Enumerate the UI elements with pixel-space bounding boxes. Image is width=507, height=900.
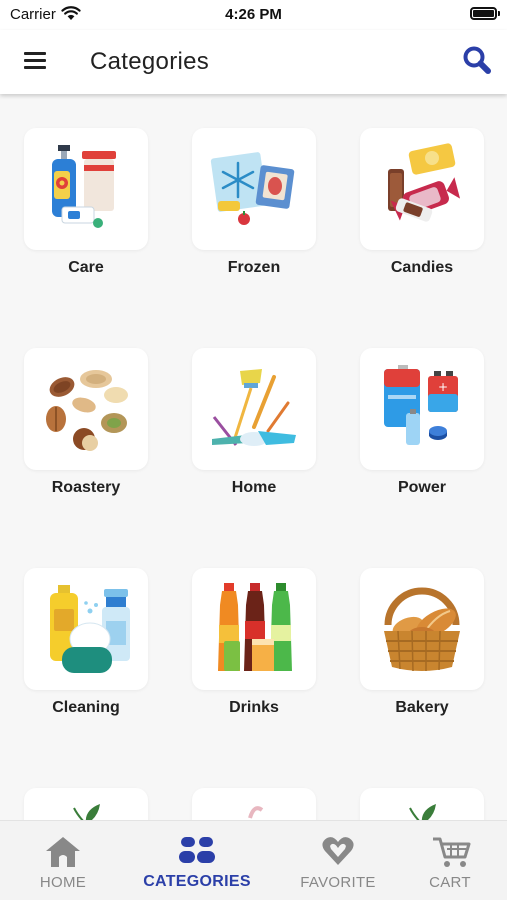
menu-button[interactable] [22,49,48,71]
category-card[interactable] [24,788,148,820]
cleaning-supplies-icon [50,585,130,673]
leaf-icon [73,804,100,820]
category-card[interactable] [192,568,316,690]
drinks-bottles-icon [218,583,292,671]
candies-icon [388,143,461,222]
category-label: Home [231,479,277,496]
tab-categories[interactable]: CATEGORIES [134,821,260,900]
category-card[interactable]: + [360,348,484,470]
svg-text:+: + [438,380,448,394]
tab-label: CART [429,874,471,891]
category-partial[interactable] [360,788,484,820]
category-label: Bakery [395,699,449,716]
frozen-food-icon [210,152,295,225]
category-cleaning[interactable]: Cleaning [24,568,148,717]
category-label: Roastery [51,479,121,496]
category-bakery[interactable]: Bakery [360,568,484,717]
category-power[interactable]: + Power [360,348,484,497]
category-candies[interactable]: Candies [360,128,484,277]
category-partial[interactable] [192,788,316,820]
home-cleaning-tools-icon [212,369,296,446]
categories-icon [179,837,215,863]
leaf-icon [409,804,436,820]
clock: 4:26 PM [225,6,282,23]
category-card[interactable] [24,128,148,250]
category-label: Frozen [227,259,281,276]
tab-cart[interactable]: CART [387,821,507,900]
category-card[interactable] [360,788,484,820]
category-card[interactable] [24,348,148,470]
category-card[interactable] [360,568,484,690]
tab-favorite[interactable]: FAVORITE [275,821,401,900]
category-card[interactable] [24,568,148,690]
category-drinks[interactable]: Drinks [192,568,316,717]
batteries-icon: + [384,365,458,445]
category-label: Candies [390,259,454,276]
nuts-icon [46,370,128,451]
app-bar: Categories [0,30,507,94]
battery-icon [470,7,500,20]
search-icon[interactable] [461,44,493,76]
care-products-icon [52,145,116,228]
tab-label: FAVORITE [300,874,376,891]
category-home[interactable]: Home [192,348,316,497]
category-card[interactable] [360,128,484,250]
heart-icon [322,837,354,865]
category-partial[interactable] [24,788,148,820]
category-card[interactable] [192,348,316,470]
category-care[interactable]: Care [24,128,148,277]
home-icon [46,837,80,867]
bottom-tab-bar: HOME CATEGORIES FAVORITE CART [0,820,507,900]
category-label: Power [397,479,446,496]
product-icon [248,806,264,819]
tab-label: HOME [39,874,87,891]
page-title: Categories [90,48,210,75]
category-card[interactable] [192,788,316,820]
category-grid: Care Frozen Candies Roastery Home + Powe… [0,94,507,820]
tab-label: CATEGORIES [143,873,251,890]
category-label: Care [68,259,104,276]
category-frozen[interactable]: Frozen [192,128,316,277]
category-roastery[interactable]: Roastery [24,348,148,497]
bread-basket-icon [384,587,460,672]
status-bar: Carrier 4:26 PM [0,0,507,30]
cart-icon [433,837,471,867]
category-label: Drinks [229,699,279,716]
tab-home[interactable]: HOME [0,821,126,900]
category-label: Cleaning [52,699,120,716]
category-card[interactable] [192,128,316,250]
